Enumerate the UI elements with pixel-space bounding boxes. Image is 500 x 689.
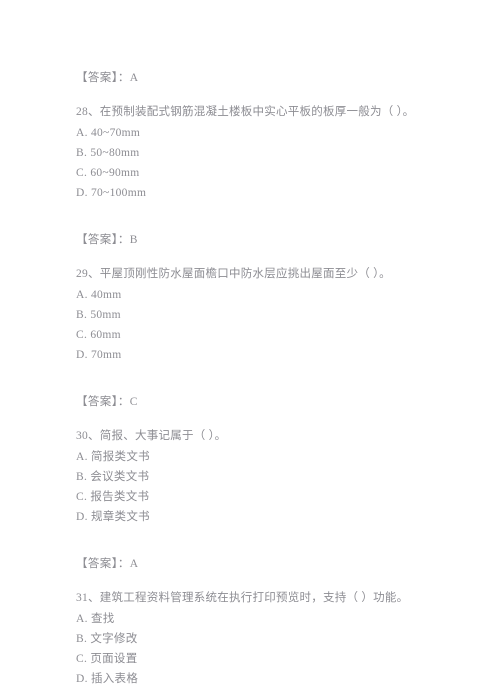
answer-block: 【答案】：C <box>76 392 430 412</box>
option-d[interactable]: D. 规章类文书 <box>76 507 430 527</box>
option-b[interactable]: B. 文字修改 <box>76 629 430 649</box>
option-d[interactable]: D. 70~100mm <box>76 183 430 203</box>
answer-text: 【答案】：A <box>76 72 139 84</box>
question-block-30: 30、简报、大事记属于（ ）。 A. 简报类文书 B. 会议类文书 C. 报告类… <box>76 426 430 527</box>
option-d[interactable]: D. 插入表格 <box>76 669 430 689</box>
option-c[interactable]: C. 页面设置 <box>76 649 430 669</box>
answer-block: 【答案】：B <box>76 230 430 250</box>
question-stem: 28、在预制装配式钢筋混凝土楼板中实心平板的板厚一般为（ ）。 <box>76 106 415 118</box>
option-b[interactable]: B. 50~80mm <box>76 143 430 163</box>
question-stem: 29、平屋顶刚性防水屋面檐口中防水层应挑出屋面至少（ ）。 <box>76 268 391 280</box>
option-b[interactable]: B. 50mm <box>76 305 430 325</box>
option-c[interactable]: C. 报告类文书 <box>76 487 430 507</box>
option-b[interactable]: B. 会议类文书 <box>76 467 430 487</box>
option-list: A. 40~70mm B. 50~80mm C. 60~90mm D. 70~1… <box>76 123 430 203</box>
answer-block: 【答案】：A <box>76 68 430 88</box>
question-stem: 31、建筑工程资料管理系统在执行打印预览时，支持（ ）功能。 <box>76 592 409 604</box>
question-block-29: 29、平屋顶刚性防水屋面檐口中防水层应挑出屋面至少（ ）。 A. 40mm B.… <box>76 264 430 365</box>
answer-text: 【答案】：A <box>76 558 139 570</box>
document-page: 【答案】：A 28、在预制装配式钢筋混凝土楼板中实心平板的板厚一般为（ ）。 A… <box>0 0 500 685</box>
option-a[interactable]: A. 查找 <box>76 609 430 629</box>
answer-block: 【答案】：A <box>76 554 430 574</box>
option-list: A. 查找 B. 文字修改 C. 页面设置 D. 插入表格 <box>76 609 430 689</box>
question-block-31: 31、建筑工程资料管理系统在执行打印预览时，支持（ ）功能。 A. 查找 B. … <box>76 588 430 689</box>
answer-text: 【答案】：C <box>76 396 138 408</box>
option-c[interactable]: C. 60mm <box>76 325 430 345</box>
option-list: A. 简报类文书 B. 会议类文书 C. 报告类文书 D. 规章类文书 <box>76 447 430 527</box>
option-a[interactable]: A. 简报类文书 <box>76 447 430 467</box>
option-d[interactable]: D. 70mm <box>76 345 430 365</box>
option-a[interactable]: A. 40mm <box>76 285 430 305</box>
answer-text: 【答案】：B <box>76 234 138 246</box>
option-c[interactable]: C. 60~90mm <box>76 163 430 183</box>
option-list: A. 40mm B. 50mm C. 60mm D. 70mm <box>76 285 430 365</box>
option-a[interactable]: A. 40~70mm <box>76 123 430 143</box>
question-stem: 30、简报、大事记属于（ ）。 <box>76 430 227 442</box>
question-block-28: 28、在预制装配式钢筋混凝土楼板中实心平板的板厚一般为（ ）。 A. 40~70… <box>76 102 430 203</box>
